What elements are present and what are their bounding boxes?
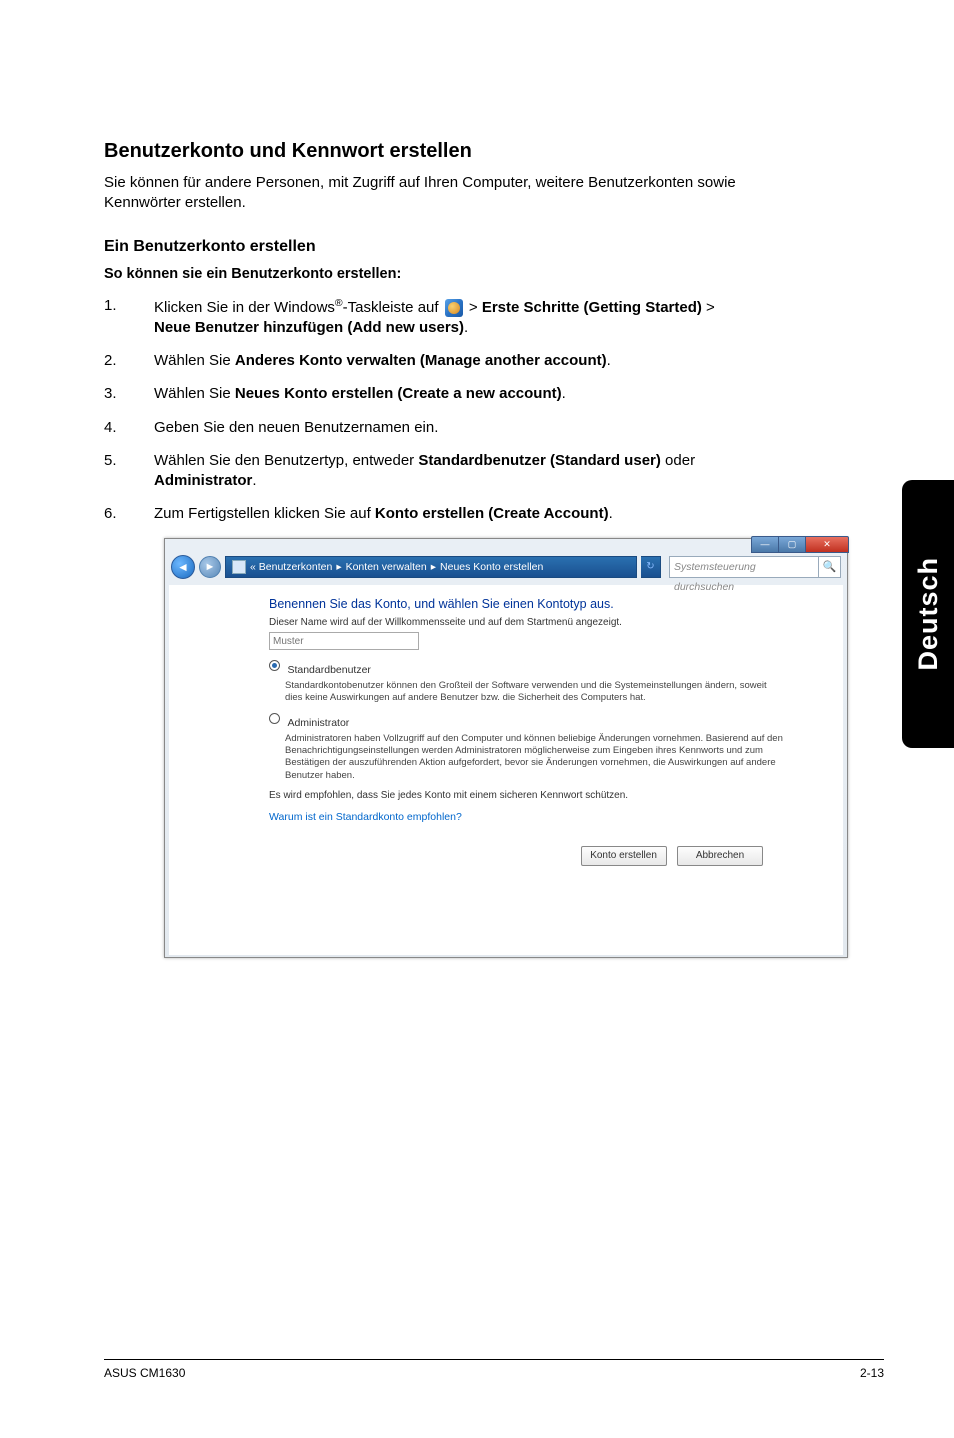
step-6: 6. Zum Fertigstellen klicken Sie auf Kon… <box>104 504 750 524</box>
step-end: . <box>464 319 468 336</box>
footer-page-number: 2-13 <box>860 1366 884 1380</box>
screenshot-window: — ▢ ✕ ◄ ► « Benutzerkonten ▸ Konten verw… <box>164 538 848 958</box>
intro-paragraph: Sie können für andere Personen, mit Zugr… <box>104 173 750 214</box>
window-body: Benennen Sie das Konto, und wählen Sie e… <box>169 585 843 955</box>
step-text: Klicken Sie in der Windows <box>154 299 335 316</box>
step-text: Wählen Sie <box>154 385 235 402</box>
windows-start-icon <box>445 299 463 317</box>
address-bar: ◄ ► « Benutzerkonten ▸ Konten verwalten … <box>165 553 847 581</box>
radio-standard-user[interactable]: Standardbenutzer Standardkontobenutzer k… <box>269 660 783 705</box>
step-number: 3. <box>104 384 117 404</box>
option-bold: Administrator <box>154 472 252 489</box>
menu-item-bold: Neue Benutzer hinzufügen (Add new users) <box>154 319 464 336</box>
minimize-button[interactable]: — <box>751 536 779 553</box>
step-number: 5. <box>104 451 117 471</box>
radio-administrator[interactable]: Administrator Administratoren haben Voll… <box>269 713 783 782</box>
chevron-right-icon: ▸ <box>431 557 436 577</box>
step-text: Wählen Sie den Benutzertyp, entweder <box>154 452 418 469</box>
breadcrumb-item: Neues Konto erstellen <box>440 557 543 577</box>
breadcrumb[interactable]: « Benutzerkonten ▸ Konten verwalten ▸ Ne… <box>225 556 637 578</box>
step-end: . <box>607 352 611 369</box>
step-text: Geben Sie den neuen Benutzernamen ein. <box>154 419 438 436</box>
refresh-button[interactable]: ↻ <box>641 556 661 578</box>
step-5: 5. Wählen Sie den Benutzertyp, entweder … <box>104 451 750 492</box>
step-number: 1. <box>104 296 117 316</box>
step-1: 1. Klicken Sie in der Windows®-Taskleist… <box>104 296 750 339</box>
step-number: 6. <box>104 504 117 524</box>
search-input[interactable]: Systemsteuerung durchsuchen <box>669 556 819 578</box>
step-text: oder <box>661 452 695 469</box>
step-number: 4. <box>104 418 117 438</box>
search-icon[interactable]: 🔍 <box>819 556 841 578</box>
nav-forward-button[interactable]: ► <box>199 556 221 578</box>
page-heading: Benutzerkonto und Kennwort erstellen <box>104 140 750 163</box>
step-end: . <box>252 472 256 489</box>
chevron-right-icon: ▸ <box>336 557 341 577</box>
instruction-heading: Benennen Sie das Konto, und wählen Sie e… <box>269 597 783 611</box>
step-text: Zum Fertigstellen klicken Sie auf <box>154 505 375 522</box>
cancel-button[interactable]: Abbrechen <box>677 846 763 866</box>
steps-intro: So können sie ein Benutzerkonto erstelle… <box>104 266 750 282</box>
nav-back-button[interactable]: ◄ <box>171 555 195 579</box>
menu-item-bold: Erste Schritte (Getting Started) <box>482 299 702 316</box>
page-footer: ASUS CM1630 2-13 <box>104 1359 884 1380</box>
step-text: Wählen Sie <box>154 352 235 369</box>
step-end: . <box>562 385 566 402</box>
language-side-tab: Deutsch <box>902 480 954 748</box>
breadcrumb-item: Konten verwalten <box>346 557 427 577</box>
step-end: . <box>609 505 613 522</box>
radio-label: Administrator <box>287 717 349 729</box>
menu-item-bold: Neues Konto erstellen (Create a new acco… <box>235 385 562 402</box>
radio-label: Standardbenutzer <box>287 664 370 676</box>
separator: > <box>702 299 715 316</box>
breadcrumb-item: « Benutzerkonten <box>250 557 332 577</box>
step-text: -Taskleiste auf <box>343 299 443 316</box>
window-caption-buttons: — ▢ ✕ <box>752 536 849 553</box>
close-button[interactable]: ✕ <box>805 536 849 553</box>
maximize-button[interactable]: ▢ <box>778 536 806 553</box>
language-label: Deutsch <box>913 557 944 671</box>
button-bold: Konto erstellen (Create Account) <box>375 505 609 522</box>
registered-mark: ® <box>335 297 343 309</box>
control-panel-icon <box>232 560 246 574</box>
radio-description: Standardkontobenutzer können den Großtei… <box>285 680 783 705</box>
create-account-button[interactable]: Konto erstellen <box>581 846 667 866</box>
footer-product: ASUS CM1630 <box>104 1366 185 1380</box>
separator: > <box>465 299 482 316</box>
why-recommended-link[interactable]: Warum ist ein Standardkonto empfohlen? <box>269 811 783 823</box>
step-4: 4. Geben Sie den neuen Benutzernamen ein… <box>104 418 750 438</box>
step-3: 3. Wählen Sie Neues Konto erstellen (Cre… <box>104 384 750 404</box>
instruction-subtext: Dieser Name wird auf der Willkommensseit… <box>269 617 783 628</box>
account-name-input[interactable] <box>269 632 419 650</box>
radio-icon <box>269 660 280 671</box>
option-bold: Standardbenutzer (Standard user) <box>418 452 661 469</box>
recommendation-text: Es wird empfohlen, dass Sie jedes Konto … <box>269 790 783 801</box>
step-number: 2. <box>104 351 117 371</box>
step-2: 2. Wählen Sie Anderes Konto verwalten (M… <box>104 351 750 371</box>
radio-description: Administratoren haben Vollzugriff auf de… <box>285 733 783 782</box>
radio-icon <box>269 713 280 724</box>
section-heading: Ein Benutzerkonto erstellen <box>104 238 750 256</box>
menu-item-bold: Anderes Konto verwalten (Manage another … <box>235 352 607 369</box>
